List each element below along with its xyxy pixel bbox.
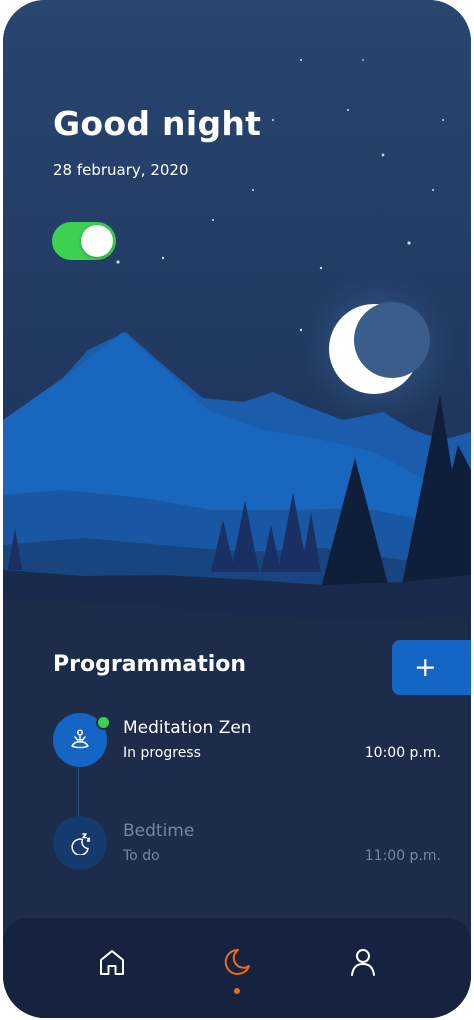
program-status: To do <box>123 848 160 864</box>
phone-screen: Good night 28 february, 2020 Programmati… <box>3 0 471 1018</box>
timeline-connector <box>78 766 79 818</box>
profile-icon <box>351 949 375 976</box>
nav-sleep[interactable] <box>221 946 257 982</box>
current-date: 28 february, 2020 <box>53 161 189 179</box>
program-title: Bedtime <box>123 821 195 841</box>
toggle-knob <box>81 225 113 257</box>
night-mode-toggle[interactable] <box>52 222 116 260</box>
section-title: Programmation <box>53 652 247 677</box>
program-status: In progress <box>123 745 201 761</box>
program-title: Meditation Zen <box>123 718 252 738</box>
active-tab-indicator <box>234 988 240 994</box>
add-program-button[interactable]: + <box>392 640 471 695</box>
nav-profile[interactable] <box>347 946 383 982</box>
program-time: 11:00 p.m. <box>364 848 441 864</box>
sleeping-moon-icon <box>53 816 107 870</box>
in-progress-indicator <box>96 715 111 730</box>
night-landscape-illustration <box>3 0 471 640</box>
home-icon <box>100 950 124 975</box>
moon-icon <box>224 948 250 975</box>
program-item-meditation[interactable]: Meditation Zen In progress 10:00 p.m. <box>53 713 443 769</box>
program-item-bedtime[interactable]: Bedtime To do 11:00 p.m. <box>53 816 443 872</box>
program-time: 10:00 p.m. <box>364 745 441 761</box>
nav-home[interactable] <box>96 946 132 982</box>
bottom-navigation <box>3 918 471 1018</box>
page-title: Good night <box>53 104 262 143</box>
